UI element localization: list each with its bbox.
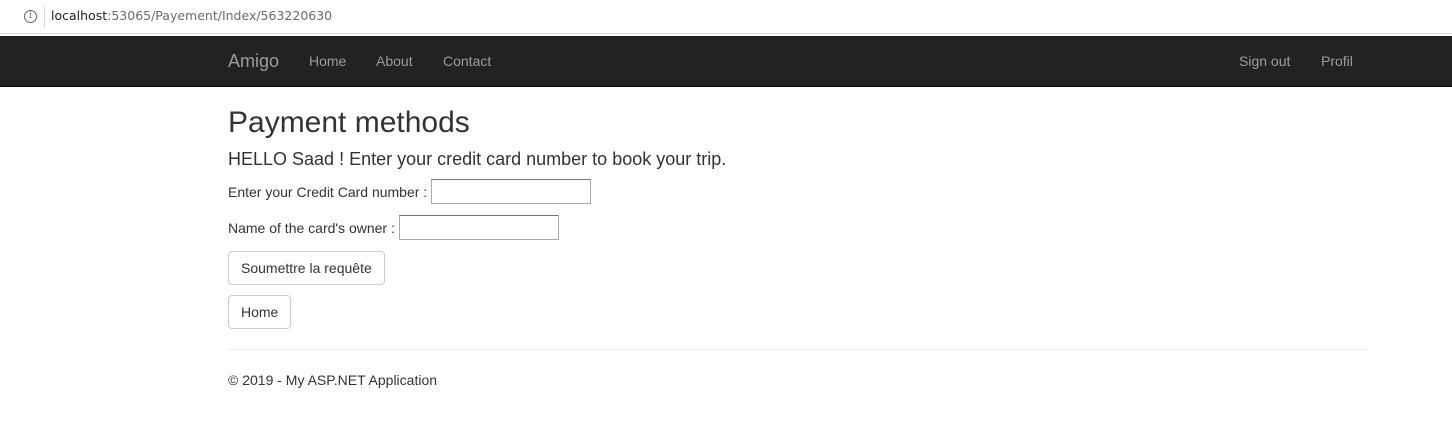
submit-button[interactable]: Soumettre la requête [228, 251, 385, 285]
card-owner-label: Name of the card's owner : [228, 219, 395, 236]
card-owner-input[interactable] [398, 215, 559, 240]
url-host: localhost [51, 8, 108, 23]
brand-link[interactable]: Amigo [228, 51, 279, 71]
card-number-label: Enter your Credit Card number : [228, 183, 428, 200]
footer-divider [228, 349, 1368, 350]
greeting-text: HELLO Saad ! Enter your credit card numb… [228, 149, 727, 169]
home-button[interactable]: Home [228, 295, 292, 329]
nav-link-about[interactable]: About [376, 53, 413, 69]
url-path: :53065/Payement/Index/563220630 [107, 8, 333, 23]
browser-address-bar: i localhost:53065/Payement/Index/5632206… [0, 0, 1452, 34]
nav-link-home[interactable]: Home [309, 53, 346, 69]
card-owner-row: Name of the card's owner : [228, 215, 559, 240]
top-navbar: Amigo Home About Contact Sign out Profil [0, 36, 1452, 87]
nav-link-profil[interactable]: Profil [1321, 53, 1353, 69]
info-icon[interactable]: i [24, 10, 37, 23]
page-title: Payment methods [228, 106, 470, 139]
card-number-row: Enter your Credit Card number : [228, 179, 592, 204]
card-number-input[interactable] [431, 179, 592, 204]
footer-text: © 2019 - My ASP.NET Application [228, 372, 438, 388]
nav-link-contact[interactable]: Contact [443, 53, 491, 69]
nav-link-sign-out[interactable]: Sign out [1239, 53, 1290, 69]
url-field[interactable]: localhost:53065/Payement/Index/563220630 [51, 8, 332, 24]
address-bar-divider [44, 6, 45, 28]
